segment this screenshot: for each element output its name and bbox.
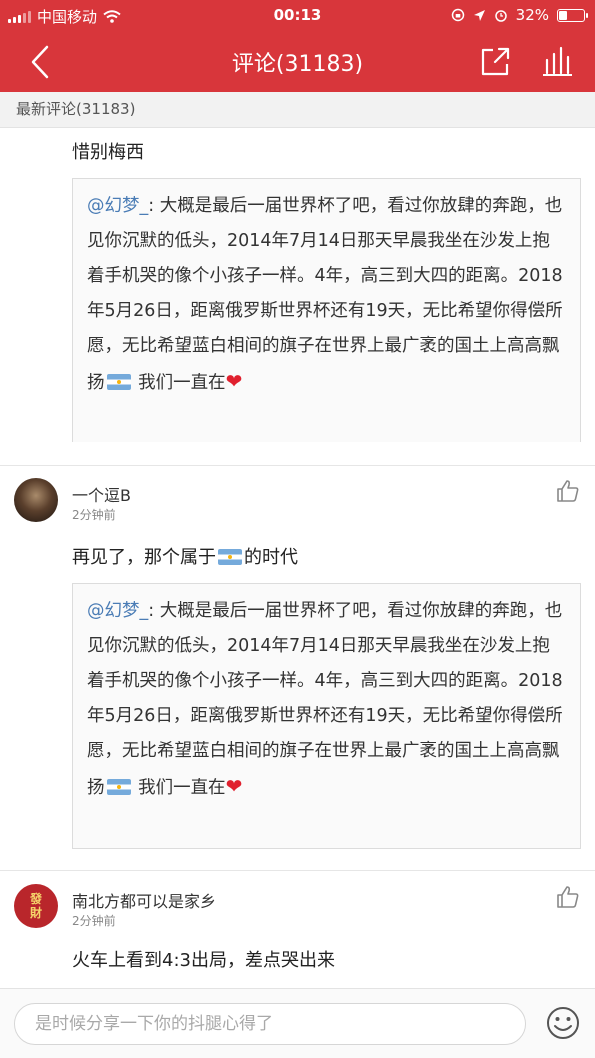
comment-text: 火车上看到4:3出局，差点哭出来 bbox=[72, 950, 335, 971]
divider bbox=[0, 870, 595, 871]
quote-tail: 我们一直在 bbox=[132, 778, 226, 798]
heart-icon: ❤ bbox=[225, 369, 243, 393]
like-button[interactable] bbox=[555, 478, 581, 504]
thumbs-up-icon bbox=[557, 480, 579, 502]
navbar: 评论(31183) bbox=[0, 32, 595, 92]
quote-body: : 大概是最后一届世界杯了吧，看过你放肆的奔跑，也见你沉默的低头，2014年7月… bbox=[87, 601, 563, 798]
heart-icon: ❤ bbox=[225, 774, 243, 798]
comment-time: 2分钟前 bbox=[72, 914, 116, 928]
share-icon bbox=[481, 47, 510, 76]
rotation-lock-icon bbox=[451, 8, 464, 22]
avatar-glyph: 財 bbox=[29, 906, 42, 920]
comment-text: 再见了，那个属于 的时代 bbox=[72, 543, 298, 569]
status-right: 32% bbox=[451, 6, 588, 24]
argentina-flag-icon bbox=[106, 374, 131, 390]
emoji-icon bbox=[547, 1007, 579, 1039]
comment-text: 惜别梅西 bbox=[72, 142, 144, 163]
comment-time: 2分钟前 bbox=[72, 508, 116, 522]
quoted-comment: @幻梦_: 大概是最后一届世界杯了吧，看过你放肆的奔跑，也见你沉默的低头，201… bbox=[72, 178, 581, 442]
location-icon bbox=[473, 9, 485, 21]
quote-body: : 大概是最后一届世界杯了吧，看过你放肆的奔跑，也见你沉默的低头，2014年7月… bbox=[87, 196, 563, 393]
argentina-flag-icon bbox=[218, 549, 242, 565]
quote-tail: 我们一直在 bbox=[132, 373, 226, 393]
username[interactable]: 一个逗B bbox=[72, 482, 131, 506]
like-button[interactable] bbox=[555, 884, 581, 910]
thumbs-up-icon bbox=[557, 886, 579, 908]
divider bbox=[0, 465, 595, 466]
comment-input-bar bbox=[0, 988, 595, 1058]
alarm-icon bbox=[494, 10, 507, 22]
comment-text-part: 再见了，那个属于 bbox=[72, 547, 216, 568]
top-bar: 中国移动 00:13 32% 评论(31183) bbox=[0, 0, 595, 92]
share-button[interactable] bbox=[477, 44, 513, 80]
stats-button[interactable] bbox=[539, 44, 575, 80]
comment-text-part: 的时代 bbox=[244, 547, 298, 568]
avatar-glyph: 發 bbox=[29, 892, 42, 906]
emoji-button[interactable] bbox=[545, 1005, 581, 1041]
section-header: 最新评论(31183) bbox=[0, 92, 595, 128]
argentina-flag-icon bbox=[106, 779, 131, 795]
status-bar: 中国移动 00:13 32% bbox=[0, 0, 595, 32]
battery-percent: 32% bbox=[515, 6, 549, 24]
stats-icon bbox=[543, 46, 572, 76]
avatar[interactable]: 發 財 bbox=[14, 884, 58, 928]
mention-link[interactable]: @幻梦_ bbox=[87, 196, 148, 216]
comment-input[interactable] bbox=[14, 1003, 526, 1045]
battery-icon bbox=[557, 8, 588, 22]
avatar[interactable] bbox=[14, 478, 58, 522]
quoted-comment: @幻梦_: 大概是最后一届世界杯了吧，看过你放肆的奔跑，也见你沉默的低头，201… bbox=[72, 583, 581, 849]
mention-link[interactable]: @幻梦_ bbox=[87, 601, 148, 621]
username[interactable]: 南北方都可以是家乡 bbox=[72, 888, 216, 912]
